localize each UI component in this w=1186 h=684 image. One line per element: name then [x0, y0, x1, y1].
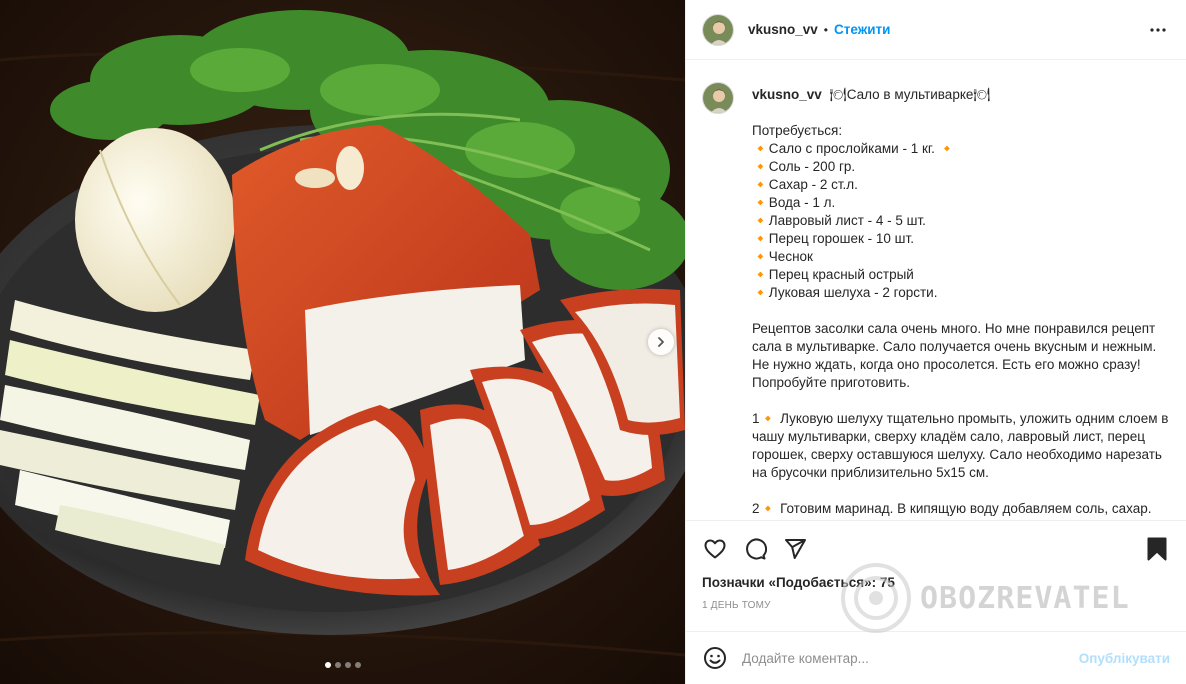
save-button[interactable]: [1144, 536, 1170, 562]
bookmark-icon: [1147, 537, 1167, 561]
carousel-dot: [354, 662, 361, 668]
recipe-step: 1🔸 Луковую шелуху тщательно промыть, уло…: [752, 411, 1173, 480]
publish-button[interactable]: Опублікувати: [1079, 651, 1170, 666]
share-icon: [785, 539, 806, 559]
ingredients-line: 🔸Лавровый лист - 4 - 5 шт.: [752, 213, 926, 228]
more-horizontal-icon: [1150, 27, 1166, 32]
avatar-image: [703, 83, 733, 113]
carousel-indicator: [0, 662, 685, 668]
likes-number: 75: [879, 575, 895, 590]
ingredients-line: 🔸Вода - 1 л.: [752, 195, 836, 210]
post-actions: Позначки «Подобається»: 75 1 ДЕНЬ ТОМУ: [686, 520, 1186, 630]
caption-text: vkusno_vv 🍽Сало в мультиварке🍽 Потребуєт…: [752, 82, 1170, 518]
comment-button[interactable]: [742, 536, 768, 562]
more-options-button[interactable]: [1146, 18, 1170, 42]
chevron-right-icon: [658, 337, 664, 347]
ingredients-line: 🔸Чеснок: [752, 249, 813, 264]
caption-paragraph: Рецептов засолки сала очень много. Но мн…: [752, 321, 1161, 390]
carousel-dot: [334, 662, 341, 668]
post-caption: vkusno_vv 🍽Сало в мультиварке🍽 Потребуєт…: [686, 60, 1186, 520]
post-timestamp[interactable]: 1 ДЕНЬ ТОМУ: [702, 600, 1170, 611]
comment-input[interactable]: [742, 650, 1079, 666]
carousel-dot: [344, 662, 351, 668]
ingredients-line: 🔸Соль - 200 гр.: [752, 159, 856, 174]
ingredients-line: 🔸Луковая шелуха - 2 горсти.: [752, 285, 938, 300]
salo-dish-image: [0, 0, 685, 684]
ingredients-line: 🔸Перец красный острый: [752, 267, 914, 282]
carousel-dot: [324, 662, 331, 668]
carousel-next-button[interactable]: [648, 329, 674, 355]
likes-label: Позначки «Подобається»:: [702, 575, 877, 590]
ingredients-line: Потребується:: [752, 123, 843, 138]
post-header: vkusno_vv • Стежити: [686, 0, 1186, 60]
username-link[interactable]: vkusno_vv: [748, 22, 818, 37]
ingredients-line: 🔸Перец горошек - 10 шт.: [752, 231, 914, 246]
comment-icon: [746, 538, 767, 560]
avatar[interactable]: [702, 82, 734, 114]
caption-username[interactable]: vkusno_vv: [752, 87, 822, 102]
share-button[interactable]: [782, 536, 808, 562]
avatar-image: [703, 14, 733, 45]
ingredients-line: 🔸Сало с прослойками - 1 кг. 🔸: [752, 141, 956, 156]
follow-button[interactable]: Стежити: [834, 22, 890, 37]
like-button[interactable]: [702, 536, 728, 562]
emoji-icon: [704, 647, 726, 669]
likes-count[interactable]: Позначки «Подобається»: 75: [702, 575, 1170, 590]
comment-form: Опублікувати: [686, 631, 1186, 684]
post-photo[interactable]: [0, 0, 685, 684]
emoji-button[interactable]: [702, 645, 728, 671]
avatar[interactable]: [702, 13, 734, 46]
post-sidebar: vkusno_vv • Стежити vkusno_vv 🍽Сало в му…: [685, 0, 1186, 684]
recipe-step: 2🔸 Готовим маринад. В кипящую воду добав…: [752, 501, 1152, 516]
caption-title: 🍽Сало в мультиварке🍽: [829, 87, 991, 102]
separator-dot: •: [823, 22, 828, 37]
heart-icon: [704, 539, 726, 559]
ingredients-line: 🔸Сахар - 2 ст.л.: [752, 177, 858, 192]
